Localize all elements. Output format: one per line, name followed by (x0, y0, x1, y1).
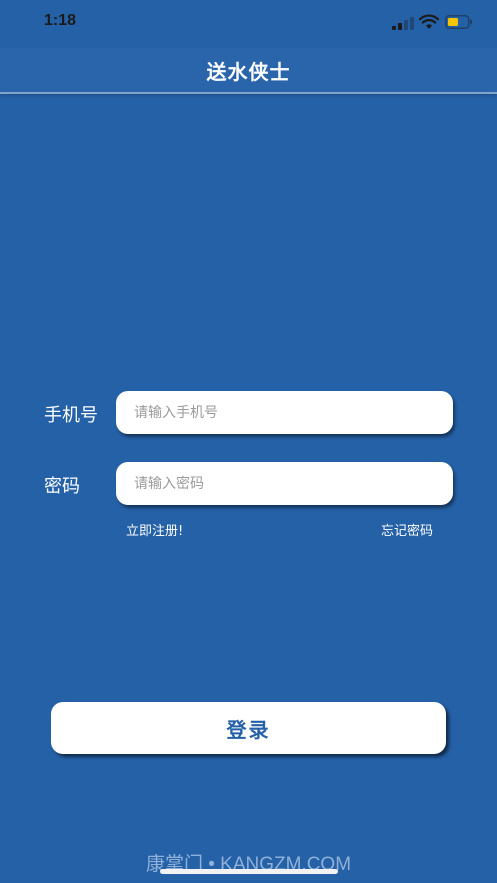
phone-input[interactable] (116, 391, 453, 434)
register-link[interactable]: 立即注册! (126, 520, 183, 539)
wifi-icon (419, 14, 439, 29)
forgot-password-link[interactable]: 忘记密码 (381, 520, 433, 539)
phone-label: 手机号 (44, 405, 98, 426)
status-time: 1:18 (44, 12, 77, 29)
password-label: 密码 (44, 476, 80, 497)
login-button[interactable]: 登录 (51, 702, 446, 754)
status-bar: 1:18 (0, 0, 497, 48)
home-indicator[interactable] (160, 869, 338, 874)
nav-bar: 送水侠士 (0, 48, 497, 94)
battery-icon (445, 15, 472, 29)
password-input[interactable] (116, 462, 453, 505)
page-title: 送水侠士 (206, 60, 291, 84)
cellular-signal-icon (392, 16, 414, 30)
